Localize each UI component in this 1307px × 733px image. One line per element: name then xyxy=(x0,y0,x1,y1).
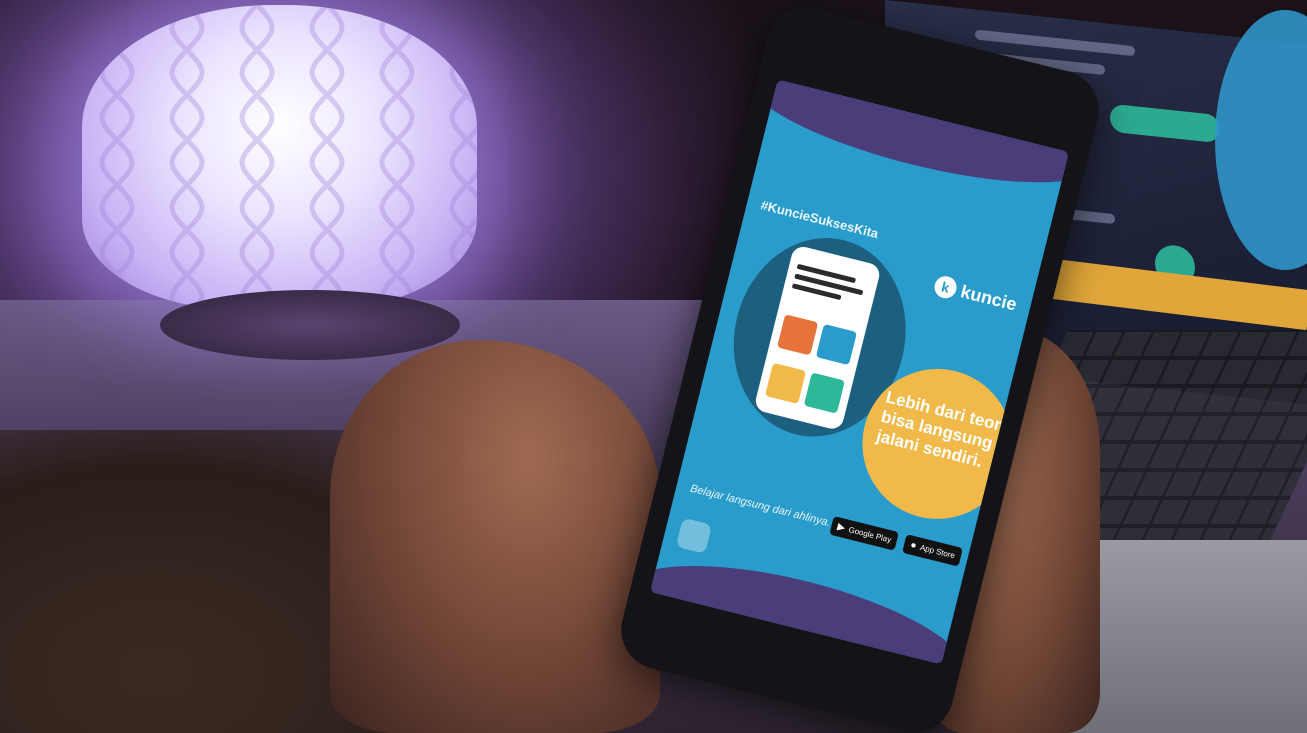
preview-card xyxy=(777,314,819,356)
top-wave-shape xyxy=(736,79,1069,208)
play-icon: ▶ xyxy=(836,521,847,534)
laptop-button xyxy=(1110,103,1220,144)
app-store-badge[interactable]: ● App Store xyxy=(902,534,963,567)
kuncie-logo-icon: k xyxy=(932,273,959,301)
preview-card xyxy=(815,323,858,366)
floating-button-icon xyxy=(675,517,713,554)
hashtag-text: #KuncieSuksesKita xyxy=(759,197,880,242)
lamp-lattice-pattern xyxy=(82,5,477,310)
preview-card xyxy=(803,372,845,414)
preview-card xyxy=(764,362,807,404)
subtitle-text: Belajar langsung dari ahlinya. xyxy=(688,482,832,530)
photo-scene: #KuncieSuksesKita k kuncie Lebih dari te… xyxy=(0,0,1307,733)
app-store-label: App Store xyxy=(919,542,956,561)
lamp-base xyxy=(160,290,460,360)
google-play-label: Google Play xyxy=(847,525,893,545)
kuncie-logo-text: kuncie xyxy=(958,280,1019,315)
apple-icon: ● xyxy=(909,539,918,552)
kuncie-logo: k kuncie xyxy=(932,273,1019,316)
left-hand xyxy=(330,340,660,733)
google-play-badge[interactable]: ▶ Google Play xyxy=(829,516,900,551)
laptop-text-line xyxy=(975,29,1135,57)
glowing-lamp xyxy=(82,5,477,310)
store-badges: ▶ Google Play ● App Store xyxy=(829,516,963,567)
app-preview-phone xyxy=(753,244,882,432)
